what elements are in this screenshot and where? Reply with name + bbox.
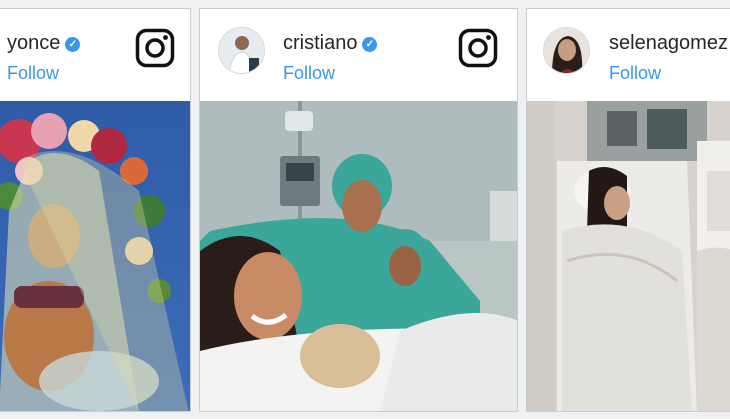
post-card-cristiano: cristiano ✓ Follow (199, 8, 518, 412)
verified-badge-icon: ✓ (362, 37, 378, 52)
post-card-selenagomez: selenagomez Follow (526, 8, 730, 412)
follow-link[interactable]: Follow (7, 63, 59, 84)
post-card-beyonce: yonce ✓ Follow (0, 8, 191, 412)
instagram-icon[interactable] (135, 28, 175, 68)
username-link[interactable]: selenagomez (609, 32, 728, 55)
username-link[interactable]: cristiano ✓ (283, 32, 378, 55)
avatar[interactable] (218, 27, 265, 74)
follow-link[interactable]: Follow (283, 63, 335, 84)
verified-badge-icon: ✓ (65, 37, 81, 52)
follow-link[interactable]: Follow (609, 63, 661, 84)
post-photo[interactable] (200, 101, 517, 411)
post-photo[interactable] (0, 101, 190, 411)
username-link[interactable]: yonce ✓ (7, 32, 81, 55)
post-photo[interactable] (527, 101, 730, 411)
instagram-icon[interactable] (458, 28, 498, 68)
avatar[interactable] (543, 27, 590, 74)
